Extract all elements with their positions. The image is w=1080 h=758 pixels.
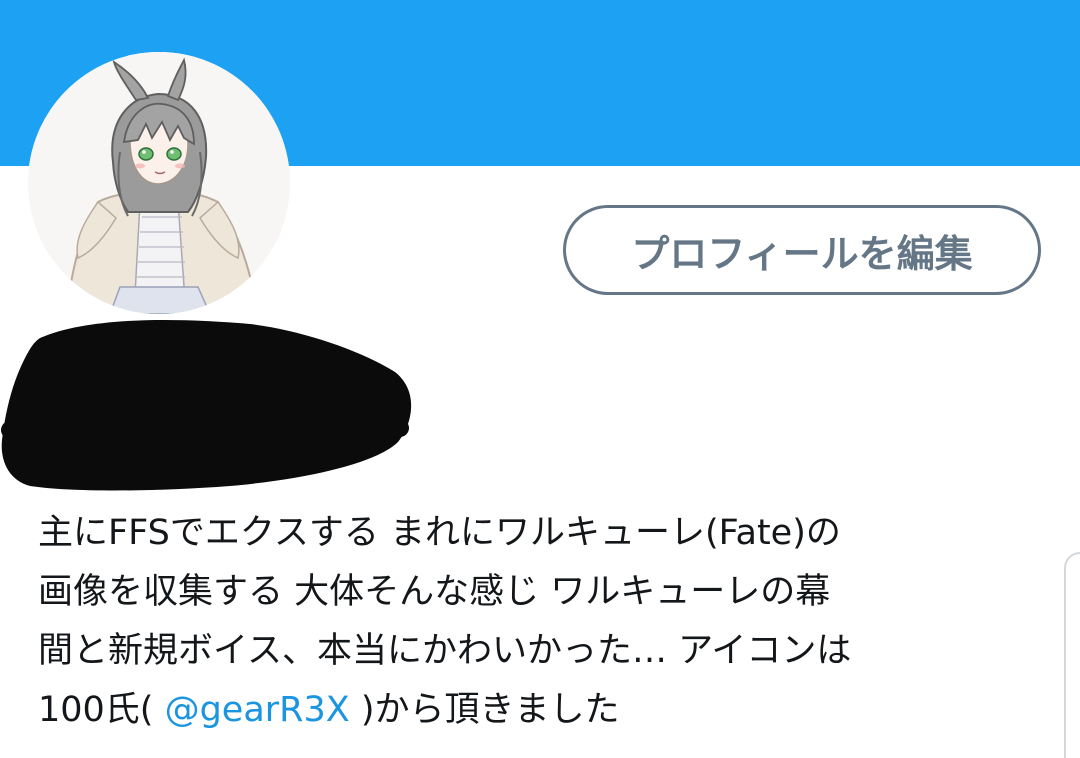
anime-character-avatar-icon	[28, 52, 290, 314]
bio-line-1: 主にFFSでエクスする まれにワルキューレ(Fate)の	[38, 513, 841, 553]
edit-profile-button[interactable]: プロフィールを編集	[563, 205, 1041, 295]
bio-line-3: 間と新規ボイス、本当にかわいかった… アイコンは	[38, 631, 852, 671]
bio-line-2: 画像を収集する 大体そんな感じ ワルキューレの幕	[38, 572, 831, 612]
bio-mention-link[interactable]: @gearR3X	[165, 690, 350, 730]
bio-line-4-prefix: 100氏(	[38, 690, 165, 730]
profile-avatar[interactable]	[28, 52, 290, 314]
profile-page: プロフィールを編集 主にFFSでエクスする まれにワルキューレ(Fate)の 画…	[0, 0, 1080, 758]
profile-bio: 主にFFSでエクスする まれにワルキューレ(Fate)の 画像を収集する 大体そ…	[38, 504, 1048, 740]
name-redaction-scribble	[1, 319, 412, 491]
side-panel-edge	[1064, 552, 1080, 758]
bio-line-4-suffix: )から頂きました	[349, 690, 620, 730]
